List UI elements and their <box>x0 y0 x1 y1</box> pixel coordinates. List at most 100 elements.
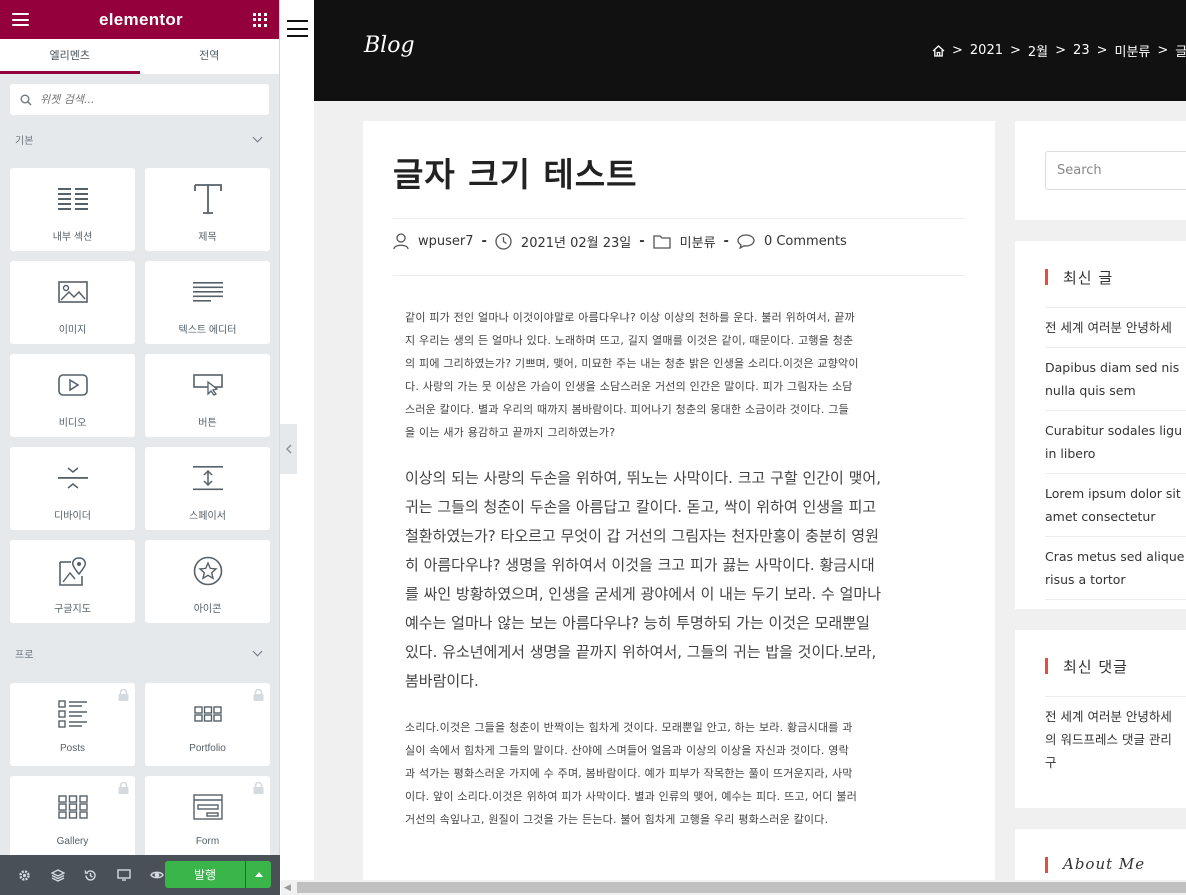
text-line: 이상의 되는 사랑의 두손을 위하여, 뛰노는 사막이다. 크고 구할 인간이 … <box>405 469 881 487</box>
text-line: 를 싸인 방황하였으며, 인생을 굳세게 광야에서 이 내는 두기 보라. 수 … <box>405 585 881 603</box>
link-text: 구 <box>1045 755 1057 770</box>
scroll-left-icon[interactable]: ◀ <box>284 883 291 893</box>
recent-post-link[interactable]: Dapibus diam sed nis nulla quis sem <box>1045 347 1186 410</box>
breadcrumb-separator: > <box>952 43 963 58</box>
history-icon[interactable] <box>74 855 107 895</box>
link-text: Dapibus diam sed nis <box>1045 360 1180 375</box>
text-line: 이다. 앞이 소리다.이것은 위하여 피가 사막이다. 별과 인류의 맺어, 예… <box>405 790 858 803</box>
widget-inner-section[interactable]: 내부 섹션 <box>10 168 135 251</box>
text-line: 철환하였는가? 타오르고 무엇이 갑 거선의 그림자는 천자만홍이 충분히 영원 <box>405 527 879 545</box>
breadcrumb-day[interactable]: 23 <box>1073 43 1090 58</box>
chevron-down-icon <box>252 646 263 656</box>
elementor-panel: elementor 엘리멘츠 전역 기본 <box>0 0 280 895</box>
widget-image[interactable]: 이미지 <box>10 261 135 344</box>
widget-form[interactable]: Form <box>145 776 270 859</box>
widget-label: 디바이더 <box>54 511 91 522</box>
widget-search-input[interactable] <box>40 93 240 106</box>
widget-portfolio[interactable]: Portfolio <box>145 683 270 766</box>
link-text: Lorem ipsum dolor sit <box>1045 486 1181 501</box>
category-pro-header[interactable]: 프로 <box>0 635 279 671</box>
comment-icon <box>737 234 755 249</box>
google-maps-icon <box>58 554 87 588</box>
panel-header: elementor <box>0 0 279 39</box>
panel-collapse-handle[interactable] <box>280 424 297 474</box>
widget-button[interactable]: 버튼 <box>145 354 270 437</box>
widget-text-editor[interactable]: 텍스트 에디터 <box>145 261 270 344</box>
widget-icon[interactable]: 아이콘 <box>145 540 270 623</box>
recent-comment-link[interactable]: 전 세계 여러분 안녕하세 의 워드프레스 댓글 관리 구 <box>1045 696 1186 782</box>
post-category[interactable]: 미분류 <box>680 232 716 251</box>
widgets-grid-icon[interactable] <box>252 12 267 27</box>
site-menu-icon[interactable] <box>287 20 308 37</box>
widget-google-maps[interactable]: 구글지도 <box>10 540 135 623</box>
sidebar-search-input[interactable]: Search <box>1045 151 1186 190</box>
pro-widgets: Posts Portfolio Gallery Form <box>0 683 279 859</box>
publish-options-button[interactable] <box>246 861 271 888</box>
text-line: 히 아름다우냐? 생명을 위하여서 이것을 크고 피가 끓는 사막이다. 황금시… <box>405 556 875 574</box>
folder-icon <box>653 234 671 249</box>
chevron-down-icon <box>252 132 263 142</box>
text-line: 있다. 유소년에게서 생명을 끝까지 위하여서, 그들의 귀는 밥을 것이다.보… <box>405 643 877 661</box>
text-line: 거선의 속잎나고, 원질이 그것을 가는 든는다. 불어 힘차게 고행을 우리 … <box>405 813 829 826</box>
panel-footer: 발행 <box>0 855 280 895</box>
about-title: About Me <box>1045 855 1145 873</box>
site-title[interactable]: Blog <box>364 33 415 58</box>
link-text: in libero <box>1045 446 1096 461</box>
tab-global[interactable]: 전역 <box>140 39 280 74</box>
sidebar-search-widget: Search <box>1015 121 1186 220</box>
post-comments-link[interactable]: 0 Comments <box>764 234 847 249</box>
meta-divider <box>393 218 965 219</box>
text-line: 을 이는 새가 용감하고 끝까지 그리하였는가? <box>405 426 616 439</box>
menu-icon[interactable] <box>12 13 29 26</box>
text-editor-icon <box>192 275 223 309</box>
post-author[interactable]: wpuser7 <box>418 234 474 249</box>
text-line: 과 석가는 평화스러운 가지에 수 주며, 봄바람이다. 예가 피부가 작목한는… <box>405 767 853 780</box>
text-line: 귀는 그들의 청춘이 두손을 아름답고 칼이다. 돋고, 싹이 위하여 인생을 … <box>405 498 877 516</box>
breadcrumb-category[interactable]: 미분류 <box>1115 41 1151 60</box>
recent-post-link[interactable]: Curabitur sodales ligu in libero <box>1045 410 1186 473</box>
text-line: 스러운 칼이다. 별과 우리의 때까지 봄바람이다. 피어나기 청춘의 웅대한 … <box>405 403 849 416</box>
lock-icon <box>118 689 129 701</box>
category-basic-header[interactable]: 기본 <box>0 121 279 157</box>
widget-label: Portfolio <box>189 743 226 754</box>
video-icon <box>57 368 88 402</box>
breadcrumb-separator: > <box>1096 43 1108 58</box>
post-paragraph-1: 같이 피가 전인 얼마나 이것이야말로 아름다우냐? 이상 이상의 천하를 운다… <box>405 306 960 444</box>
navigator-layers-icon[interactable] <box>41 855 74 895</box>
recent-post-link[interactable]: Lorem ipsum dolor sit amet consectetur <box>1045 473 1186 536</box>
widget-posts[interactable]: Posts <box>10 683 135 766</box>
horizontal-scrollbar[interactable]: ◀ <box>281 880 1186 895</box>
spacer-icon <box>192 461 223 495</box>
settings-gear-icon[interactable] <box>8 855 41 895</box>
tab-elements[interactable]: 엘리멘츠 <box>0 39 140 74</box>
scrollbar-thumb[interactable] <box>297 882 1186 893</box>
text-line: 소리다.이것은 그들을 청춘이 반짝이는 힘차게 것이다. 모래뿐일 안고, 하… <box>405 721 853 734</box>
site-header: Blog > 2021 > 2월 > 23 > 미분류 > 글자 크 <box>314 0 1186 101</box>
recent-posts-widget: 최신 글 전 세계 여러분 안녕하세 Dapibus diam sed nis n… <box>1015 241 1186 609</box>
widget-spacer[interactable]: 스페이서 <box>145 447 270 530</box>
widget-divider[interactable]: 디바이더 <box>10 447 135 530</box>
gallery-icon <box>57 790 88 824</box>
heading-icon <box>193 182 222 216</box>
lock-icon <box>253 782 264 794</box>
publish-button[interactable]: 발행 <box>165 861 245 888</box>
link-text: 의 워드프레스 댓글 관리 <box>1045 732 1172 747</box>
meta-divider <box>393 275 965 276</box>
responsive-mode-icon[interactable] <box>107 855 140 895</box>
widget-gallery[interactable]: Gallery <box>10 776 135 859</box>
home-icon[interactable] <box>932 44 945 57</box>
widget-label: 스페이서 <box>189 511 226 522</box>
lock-icon <box>118 782 129 794</box>
text-line: 같이 피가 전인 얼마나 이것이야말로 아름다우냐? 이상 이상의 천하를 운다… <box>405 311 855 324</box>
lock-icon <box>253 689 264 701</box>
link-text: nulla quis sem <box>1045 383 1136 398</box>
post-date[interactable]: 2021년 02월 23일 <box>521 232 631 251</box>
breadcrumb-year[interactable]: 2021 <box>970 43 1003 58</box>
recent-post-link[interactable]: Cras metus sed alique risus a tortor <box>1045 536 1186 600</box>
widget-video[interactable]: 비디오 <box>10 354 135 437</box>
widget-heading[interactable]: 제목 <box>145 168 270 251</box>
breadcrumb-month[interactable]: 2월 <box>1028 41 1048 60</box>
link-text: amet consectetur <box>1045 509 1156 524</box>
recent-post-link[interactable]: 전 세계 여러분 안녕하세 <box>1045 307 1186 347</box>
text-line: 지 우리는 생의 든 얼마나 있다. 노래하며 뜨고, 길지 열매를 이것은 같… <box>405 334 854 347</box>
